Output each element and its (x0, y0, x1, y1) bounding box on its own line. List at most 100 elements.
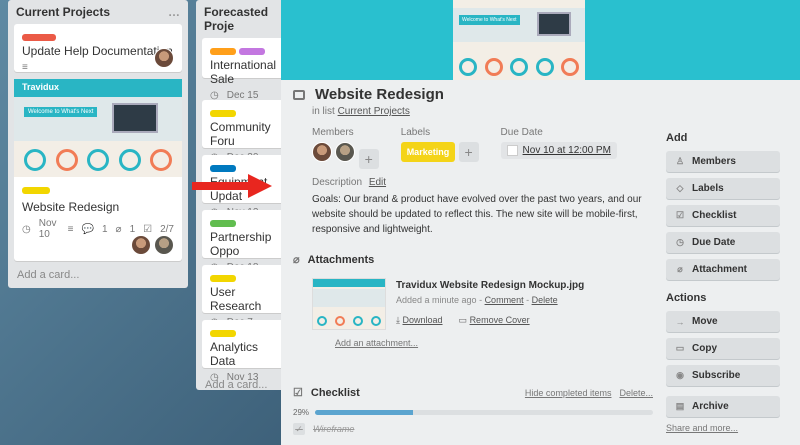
card-forecast-3[interactable]: Partnership Oppo ◷Dec 18 (202, 210, 290, 273)
card-forecast-4[interactable]: User Research ◷Dec 7 (202, 265, 290, 328)
card-icon (293, 89, 305, 100)
card-label (239, 48, 265, 55)
due-badge: Nov 13 (226, 372, 259, 383)
comment-icon: 💬 (81, 223, 94, 235)
description-edit-link[interactable]: Edit (369, 177, 386, 188)
card-website-redesign[interactable]: Travidux Welcome to What's Next Website … (14, 79, 182, 261)
add-member-button[interactable]: + (358, 148, 379, 169)
description-header: Description Edit (312, 177, 653, 188)
attachment-added: Added a minute ago (396, 295, 477, 305)
checklist-delete-link[interactable]: Delete... (619, 388, 653, 398)
card-label (22, 34, 56, 41)
circle-graphic (87, 149, 109, 171)
download-icon: ⤓ (396, 315, 400, 325)
card-title: Analytics Data (210, 340, 259, 368)
due-date-button[interactable]: Nov 10 at 12:00 PM (500, 142, 617, 159)
sidebar-labels-button[interactable]: ◇ Labels (666, 178, 780, 199)
card-cover-image: Travidux Welcome to What's Next (14, 79, 182, 177)
card-badges: ◷ Nov 13 (210, 372, 282, 383)
checkbox-icon: ☑ (293, 387, 303, 399)
checklist-icon: ☑ (143, 223, 153, 235)
person-icon: ♙ (675, 156, 685, 166)
avatar[interactable] (131, 235, 151, 255)
card-label (210, 330, 236, 337)
circle-graphic (535, 58, 554, 76)
card-title-heading[interactable]: Website Redesign (315, 86, 444, 103)
actions-heading: Actions (666, 292, 707, 304)
avatar[interactable] (312, 142, 332, 162)
due-date-label: Due Date (500, 127, 543, 138)
remove-cover-action[interactable]: ▭ Remove Cover (459, 315, 530, 326)
attachment-actions: ⤓ Download ▭ Remove Cover (396, 315, 584, 326)
attachment-thumbnail[interactable] (312, 278, 386, 330)
labels-label: Labels (400, 127, 431, 138)
description-text[interactable]: Goals: Our brand & product have evolved … (312, 192, 653, 237)
card-meta: Members + Labels Marketing + Due Date No… (312, 127, 653, 169)
circle-graphic (317, 316, 327, 326)
sidebar-due-date-button[interactable]: ◷ Due Date (666, 232, 780, 253)
card-title: Update Help Documentation (22, 44, 173, 58)
paperclip-icon: ⌀ (115, 223, 122, 235)
attachment-item: Travidux Website Redesign Mockup.jpg Add… (312, 278, 653, 330)
list-current-projects: Current Projects … Update Help Documenta… (8, 0, 188, 288)
cover-image: Welcome to What's Next (453, 0, 585, 80)
circle-graphic (335, 316, 345, 326)
card-label (210, 165, 236, 172)
card-title: Website Redesign (22, 200, 120, 214)
download-action[interactable]: ⤓ Download (396, 315, 443, 326)
in-list-link[interactable]: Current Projects (338, 106, 410, 117)
checklist-item[interactable]: ✓ Wireframe (293, 423, 653, 435)
card-update-help-docs[interactable]: Update Help Documentation ≡ (14, 24, 182, 73)
add-attachment-link[interactable]: Add an attachment... (335, 338, 653, 348)
modal-sidebar: Add ♙ Members ◇ Labels ☑ Checklist ◷ Due Dat… (666, 132, 780, 433)
checkbox-icon: ☑ (675, 210, 685, 220)
sidebar-attachment-button[interactable]: ⌀ Attachment (666, 259, 780, 280)
sidebar-copy-button[interactable]: ▭ Copy (666, 338, 780, 359)
checklist-item-checkbox[interactable]: ✓ (293, 423, 305, 435)
attachment-meta: Added a minute ago - Comment - Delete (396, 295, 558, 305)
attachment-comment-link[interactable]: Comment (485, 295, 524, 305)
copy-icon: ▭ (675, 343, 685, 353)
card-forecast-0[interactable]: International Sale ◷ Dec 15 (202, 38, 290, 101)
due-complete-checkbox[interactable] (506, 145, 518, 156)
avatar[interactable] (154, 48, 174, 68)
card-forecast-1[interactable]: Community Foru ◷Dec 30 (202, 100, 290, 163)
sidebar-archive-button[interactable]: ▤ Archive (666, 396, 780, 417)
add-card-link[interactable]: Add a card... (8, 265, 188, 285)
list-menu-icon[interactable]: … (168, 5, 180, 19)
sidebar-subscribe-button[interactable]: ◉ Subscribe (666, 365, 780, 386)
card-title: Community Foru (210, 120, 271, 148)
attachment-delete-link[interactable]: Delete (532, 295, 558, 305)
list-title: Forecasted Proje (204, 5, 269, 33)
download-link[interactable]: Download (403, 315, 443, 325)
list-title: Current Projects (16, 5, 111, 19)
card-badges: ≡ (22, 62, 174, 73)
due-date-value: Nov 10 at 12:00 PM (522, 145, 611, 156)
attachments-section: ⌀ Attachments Travidux Website Redesign … (293, 253, 653, 349)
checklist-item-text[interactable]: Wireframe (313, 424, 354, 434)
cover-hero-text: Welcome to What's Next (24, 107, 98, 117)
circle-graphic (459, 58, 477, 76)
card-forecast-5[interactable]: Analytics Data ◷ Nov 13 (202, 320, 290, 383)
checklist-heading[interactable]: Checklist (311, 387, 360, 399)
label-marketing[interactable]: Marketing (400, 142, 456, 162)
checklist-section: ☑ Checklist Hide completed items Delete.… (293, 386, 653, 435)
cover-hero: Welcome to What's Next (14, 97, 182, 141)
sidebar-move-button[interactable]: → Move (666, 311, 780, 332)
sidebar-checklist-button[interactable]: ☑ Checklist (666, 205, 780, 226)
sidebar-members-button[interactable]: ♙ Members (666, 151, 780, 172)
share-and-more-link[interactable]: Share and more... (666, 423, 780, 433)
add-label-button[interactable]: + (458, 142, 479, 162)
archive-icon: ▤ (675, 401, 685, 411)
hide-completed-link[interactable]: Hide completed items (525, 388, 612, 398)
remove-cover-link[interactable]: Remove Cover (470, 315, 530, 325)
attachments-heading: Attachments (307, 253, 375, 266)
avatar[interactable] (154, 235, 174, 255)
clock-icon: ◷ (676, 237, 684, 247)
button-label: Checklist (692, 210, 737, 221)
laptop-image (112, 103, 158, 133)
card-label (210, 110, 236, 117)
card-cover: Welcome to What's Next (281, 0, 800, 80)
avatar[interactable] (335, 142, 356, 162)
button-label: Labels (692, 183, 724, 194)
